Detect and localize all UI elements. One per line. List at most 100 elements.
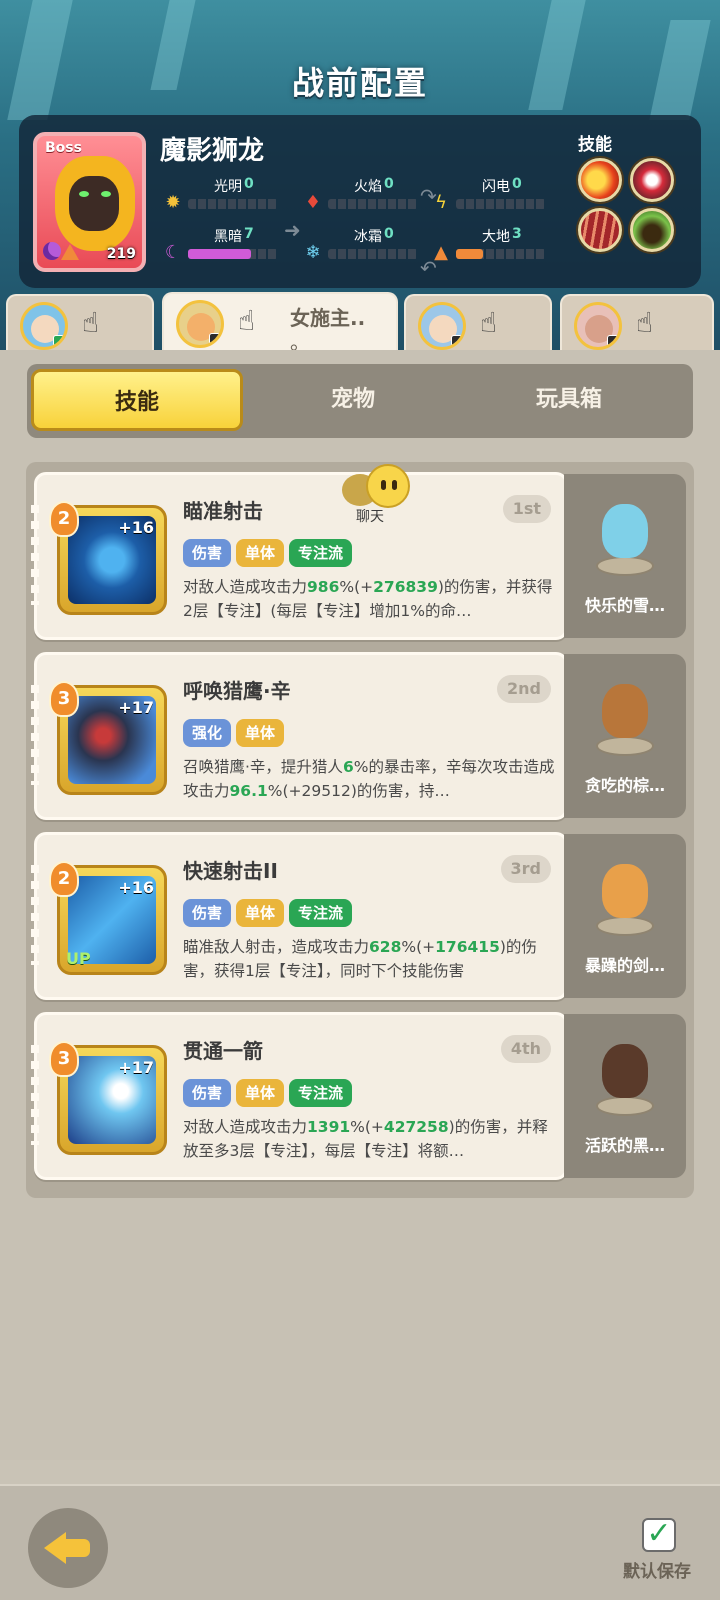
- skill-rank: 1st: [502, 495, 551, 523]
- moon-icon: [43, 242, 61, 260]
- character-avatar: [176, 300, 224, 348]
- boss-skill-fire-icon[interactable]: [578, 158, 622, 202]
- tag-focus: 专注流: [289, 899, 353, 927]
- attr-value: 0: [384, 176, 394, 192]
- attribute-fire: 火焰 0 ♦: [302, 176, 432, 216]
- desc-highlight: 6: [342, 758, 354, 776]
- character-tab-1[interactable]: ☝: [6, 294, 154, 354]
- skill-card[interactable]: 2 +16 瞄准射击 1st 伤害 单体 专注流 对敌人造成攻击力986%(+2…: [31, 472, 568, 640]
- attr-label: 大地: [482, 229, 510, 245]
- sun-icon: ✹: [165, 192, 181, 213]
- desc-text: 瞄准敌人射击，造成攻击力: [183, 938, 370, 956]
- attr-bar: [188, 199, 278, 209]
- pet-body: [602, 1044, 648, 1098]
- tap-hand-icon: ☝: [238, 304, 256, 337]
- attribute-light: 光明 0 ✹: [162, 176, 292, 216]
- skill-level-badge: 2: [49, 501, 79, 537]
- chat-badge-icon: [53, 335, 65, 347]
- tag-damage: 伤害: [183, 1079, 232, 1107]
- pet-base: [596, 736, 654, 756]
- attribute-dark: 黑暗 7 ☾: [162, 226, 292, 266]
- pet-base: [596, 556, 654, 576]
- skill-description: 对敌人造成攻击力1391%(+427258)的伤害，并释放至多3层【专注】，每层…: [183, 1115, 555, 1175]
- attr-bar-fill: [188, 249, 251, 259]
- skill-upgrade-label: UP: [66, 949, 91, 968]
- tag-single-target: 单体: [236, 899, 285, 927]
- desc-highlight: 176415: [435, 938, 500, 956]
- tab-pets[interactable]: 宠物: [247, 369, 459, 431]
- boss-portrait[interactable]: Boss 219: [33, 132, 146, 272]
- boss-skill-beast-icon[interactable]: [630, 208, 674, 252]
- pet-name: 活跃的黑…: [584, 1136, 665, 1155]
- attribute-lightning: 闪电 0 ϟ: [430, 176, 560, 216]
- character-avatar: [20, 302, 68, 350]
- attr-bar: [188, 249, 278, 259]
- lion-eye: [79, 191, 89, 197]
- lion-eye: [101, 191, 111, 197]
- attr-value: 7: [244, 226, 254, 242]
- attr-bar: [328, 199, 418, 209]
- skill-name: 贯通一箭: [183, 1039, 263, 1063]
- character-tab-4[interactable]: ☝: [560, 294, 714, 354]
- pet-base: [596, 916, 654, 936]
- pet-slot[interactable]: 活跃的黑…: [564, 1014, 686, 1178]
- skill-rank: 4th: [500, 1035, 551, 1063]
- character-tab-2[interactable]: ☝ 女施主.. 。: [162, 292, 398, 356]
- tab-toy-box[interactable]: 玩具箱: [463, 369, 675, 431]
- pet-slot[interactable]: 贪吃的棕…: [564, 654, 686, 818]
- cycle-arrow-icon: ➜: [284, 218, 301, 242]
- chat-button[interactable]: 聊天: [342, 462, 418, 525]
- skill-card[interactable]: 2 +16 UP 快速射击II 3rd 伤害 单体 专注流 瞄准敌人射击，造成攻…: [31, 832, 568, 1000]
- back-arrow-icon-tail: [64, 1539, 90, 1557]
- desc-text: 对敌人造成攻击力: [183, 1118, 308, 1136]
- default-save-label: 默认保存: [623, 1562, 691, 1582]
- desc-highlight: 986: [307, 578, 340, 596]
- snowflake-icon: ❄: [305, 242, 321, 263]
- pet-body: [602, 504, 648, 558]
- character-tab-3[interactable]: ☝: [404, 294, 552, 354]
- skill-plus-level: +16: [118, 518, 154, 537]
- boss-tag: Boss: [45, 140, 82, 156]
- cycle-arrow-icon: ↷: [420, 184, 437, 208]
- pet-body: [602, 864, 648, 918]
- attr-label: 冰霜: [354, 229, 382, 245]
- skill-tags: 伤害 单体 专注流: [183, 1079, 353, 1107]
- attr-bar-fill: [456, 249, 483, 259]
- skill-description: 召唤猎鹰·辛，提升猎人6%的暴击率，辛每次攻击造成攻击力96.1%(+29512…: [183, 755, 555, 815]
- pet-slot[interactable]: 暴躁的剑…: [564, 834, 686, 998]
- tag-buff: 强化: [183, 719, 232, 747]
- skill-tags: 伤害 单体 专注流: [183, 899, 353, 927]
- pet-slot[interactable]: 快乐的雪…: [564, 474, 686, 638]
- back-arrow-icon: [44, 1532, 66, 1564]
- bottom-bar: [0, 1484, 720, 1600]
- skill-card[interactable]: 3 +17 贯通一箭 4th 伤害 单体 专注流 对敌人造成攻击力1391%(+…: [31, 1012, 568, 1180]
- desc-text: %(+29512)的伤害，持…: [267, 782, 450, 800]
- attr-value: 0: [384, 226, 394, 242]
- attr-value: 0: [512, 176, 522, 192]
- page-title: 战前配置: [291, 64, 428, 102]
- default-save-checkbox[interactable]: ✓: [642, 1518, 676, 1552]
- tag-damage: 伤害: [183, 899, 232, 927]
- back-button[interactable]: [28, 1508, 108, 1588]
- boss-skill-slash-icon[interactable]: [578, 208, 622, 252]
- pet-base: [596, 1096, 654, 1116]
- chat-badge-icon: [451, 335, 463, 347]
- tab-skills[interactable]: 技能: [31, 369, 243, 431]
- attribute-frost: 冰霜 0 ❄: [302, 226, 432, 266]
- attr-label: 光明: [214, 179, 242, 195]
- tag-single-target: 单体: [236, 719, 285, 747]
- tag-focus: 专注流: [289, 1079, 353, 1107]
- attr-label: 黑暗: [214, 229, 242, 245]
- tag-damage: 伤害: [183, 539, 232, 567]
- skill-card[interactable]: 3 +17 呼唤猎鹰·辛 2nd 强化 单体 召唤猎鹰·辛，提升猎人6%的暴击率…: [31, 652, 568, 820]
- tag-single-target: 单体: [236, 1079, 285, 1107]
- pet-figure: [588, 850, 660, 940]
- tap-hand-icon: ☝: [82, 306, 100, 339]
- tap-hand-icon: ☝: [636, 306, 654, 339]
- desc-text: %(+: [339, 578, 374, 596]
- attribute-earth: 大地 3 ▲: [430, 226, 560, 266]
- boss-skill-claw-icon[interactable]: [630, 158, 674, 202]
- skill-tags: 伤害 单体 专注流: [183, 539, 353, 567]
- segment-tabs: 技能 宠物 玩具箱: [27, 364, 693, 438]
- skill-plus-level: +17: [118, 1058, 154, 1077]
